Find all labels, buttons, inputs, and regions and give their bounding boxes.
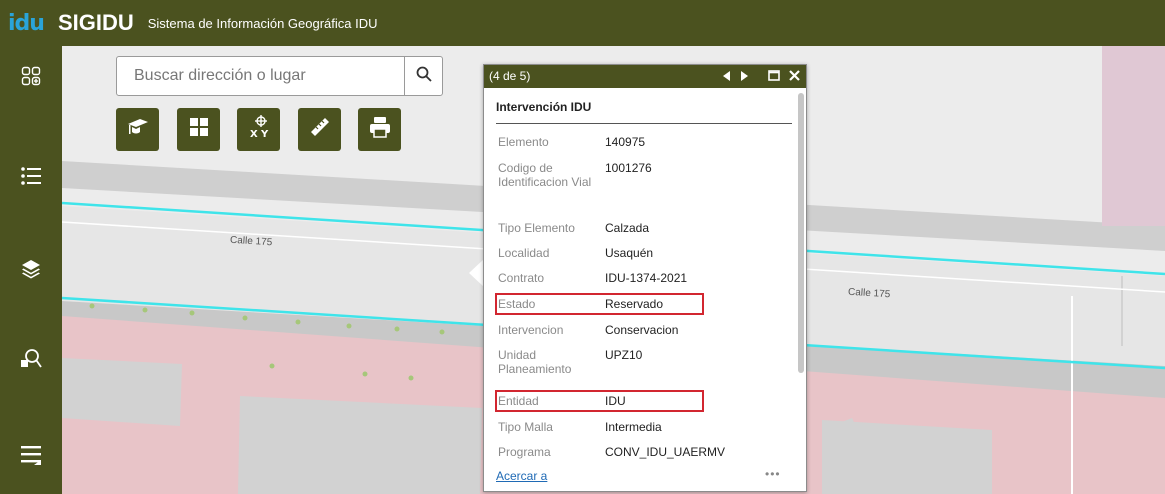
- search-box: [116, 56, 443, 96]
- search-input[interactable]: [117, 57, 404, 95]
- attribute-row: Codigo de Identificacion Vial 1001276: [498, 161, 798, 205]
- attribute-label: Contrato: [498, 271, 545, 285]
- widgets-icon: [21, 66, 41, 86]
- attribute-row: Tipo Malla Intermedia: [498, 420, 798, 434]
- app-subtitle: Sistema de Información Geográfica IDU: [147, 15, 378, 31]
- highlight-box-estado: [495, 293, 704, 315]
- popup-counter: (4 de 5): [489, 69, 531, 83]
- zoom-to-link[interactable]: Acercar a: [496, 469, 547, 483]
- maximize-icon: [768, 69, 780, 84]
- attribute-row: Programa CONV_IDU_UAERMV: [498, 445, 798, 459]
- app-window: idu SIGIDU Sistema de Información Geográ…: [0, 0, 1165, 494]
- attribute-label: Codigo de Identificacion Vial: [498, 161, 592, 189]
- attribute-value: Calzada: [605, 221, 650, 235]
- popup-title: Intervención IDU: [496, 100, 592, 114]
- app-name: SIGIDU: [57, 10, 134, 35]
- layers-icon: [21, 259, 41, 279]
- coordinates-xy-icon: X Y: [246, 114, 272, 145]
- search-button[interactable]: [404, 57, 442, 95]
- triangle-left-icon: [723, 70, 731, 84]
- grid-icon: [189, 117, 209, 142]
- svg-text:X: X: [250, 129, 258, 140]
- sidebar-item-query[interactable]: [0, 328, 62, 388]
- popup-scrollbar[interactable]: [798, 93, 804, 373]
- attribute-value: UPZ10: [605, 348, 643, 362]
- attribute-row: Elemento 140975: [498, 135, 798, 149]
- tool-button-grid[interactable]: [177, 108, 220, 151]
- popup-pointer: [469, 259, 484, 287]
- attribute-label: Unidad Planeamiento: [498, 348, 572, 376]
- more-options-button[interactable]: •••: [765, 467, 781, 481]
- attribute-value: IDU-1374-2021: [605, 271, 688, 285]
- popup-header: (4 de 5): [484, 65, 806, 88]
- close-popup-button[interactable]: [786, 68, 802, 85]
- tool-button-graduation[interactable]: [116, 108, 159, 151]
- attribute-value: 1001276: [605, 161, 652, 175]
- attribute-label: Programa: [498, 445, 551, 459]
- top-bar: idu SIGIDU Sistema de Información Geográ…: [0, 0, 1165, 46]
- menu-icon: [20, 444, 42, 468]
- attribute-table[interactable]: Elemento 140975 Codigo de Identificacion…: [484, 125, 798, 465]
- attribute-label: Intervencion: [498, 323, 564, 337]
- attribute-row: Contrato IDU-1374-2021: [498, 271, 798, 285]
- attribute-label: Elemento: [498, 135, 549, 149]
- graduation-cap-icon: [126, 116, 150, 143]
- ruler-measure-icon: [309, 116, 331, 143]
- attribute-label: Tipo Malla: [498, 420, 553, 434]
- print-icon: [369, 116, 391, 143]
- legend-list-icon: [20, 165, 42, 187]
- tool-button-measure[interactable]: [298, 108, 341, 151]
- close-icon: [788, 69, 800, 84]
- svg-text:Y: Y: [260, 129, 269, 140]
- divider: [496, 123, 792, 124]
- attribute-value: 140975: [605, 135, 646, 149]
- prev-feature-button[interactable]: [720, 68, 734, 85]
- idu-logo[interactable]: idu: [8, 11, 45, 36]
- attribute-row: Unidad Planeamiento UPZ10: [498, 348, 798, 378]
- sidebar-item-menu[interactable]: [0, 426, 62, 486]
- attribute-row: Tipo Elemento Calzada: [498, 221, 798, 235]
- attribute-row: Intervencion Conservacion: [498, 323, 798, 337]
- sidebar-item-legend[interactable]: [0, 146, 62, 206]
- attribute-value: CONV_IDU_UAERMV: [605, 445, 726, 459]
- tool-button-coordinates[interactable]: X Y: [237, 108, 280, 151]
- attribute-label: Tipo Elemento: [498, 221, 575, 235]
- sidebar: [0, 46, 62, 494]
- sidebar-item-widgets[interactable]: [0, 46, 62, 106]
- tool-button-print[interactable]: [358, 108, 401, 151]
- attribute-row: Localidad Usaquén: [498, 246, 798, 260]
- highlight-box-entidad: [495, 390, 704, 412]
- triangle-right-icon: [740, 70, 748, 84]
- sidebar-item-layers[interactable]: [0, 239, 62, 299]
- feature-popup: (4 de 5) Intervención IDU Elemento 14097…: [483, 64, 807, 492]
- attribute-label: Localidad: [498, 246, 550, 260]
- maximize-popup-button[interactable]: [766, 68, 782, 85]
- next-feature-button[interactable]: [737, 68, 751, 85]
- search-icon: [416, 66, 432, 87]
- attribute-value: Conservacion: [605, 323, 679, 337]
- attribute-value: Usaquén: [605, 246, 654, 260]
- query-search-icon: [20, 347, 42, 369]
- attribute-value: Intermedia: [605, 420, 662, 434]
